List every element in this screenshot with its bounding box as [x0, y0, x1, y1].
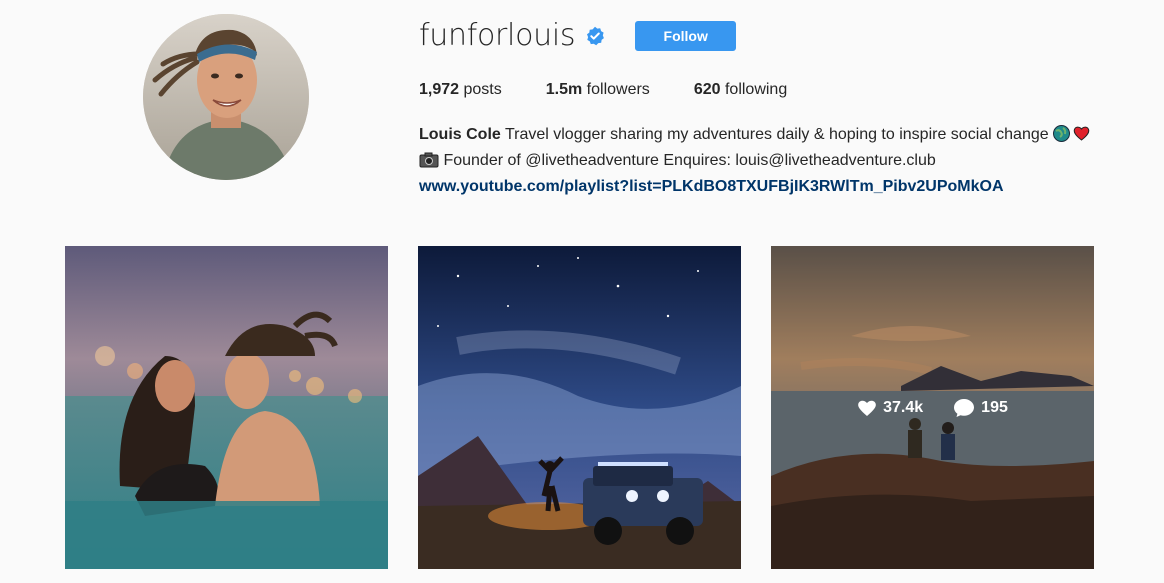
comments-stat: 195	[953, 398, 1008, 418]
comments-count: 195	[981, 398, 1008, 416]
followers-stat[interactable]: 1.5m followers	[546, 81, 650, 99]
bio-website-link[interactable]: www.youtube.com/playlist?list=PLKdBO8TXU…	[419, 174, 1109, 200]
followers-count: 1.5m	[545, 81, 583, 98]
post-hover-stats: 37.4k 195	[771, 246, 1094, 569]
night-sky-jeep-photo	[418, 246, 741, 569]
camera-emoji-icon	[419, 151, 439, 168]
follow-button[interactable]: Follow	[635, 21, 737, 51]
posts-label: posts	[463, 81, 502, 98]
globe-emoji-icon	[1053, 125, 1071, 142]
comment-icon	[954, 398, 975, 417]
followers-label: followers	[586, 81, 650, 98]
following-count: 620	[693, 81, 721, 98]
following-label: following	[724, 81, 788, 98]
username: funforlouis	[419, 18, 576, 53]
posts-count: 1,972	[419, 81, 460, 98]
posts-stat: 1,972 posts	[419, 81, 502, 99]
post-thumbnail[interactable]: 37.4k 195	[771, 246, 1094, 569]
couple-in-pool-photo	[65, 246, 388, 569]
heart-emoji-icon	[1073, 125, 1090, 142]
likes-stat: 37.4k	[857, 399, 923, 417]
full-name: Louis Cole	[419, 126, 501, 143]
bio-text-1: Travel vlogger sharing my adventures dai…	[504, 126, 1049, 143]
post-thumbnail[interactable]	[65, 246, 388, 569]
profile-avatar[interactable]	[143, 14, 309, 180]
bio-text-2: Founder of @livetheadventure Enquires: l…	[443, 152, 936, 169]
heart-icon	[858, 400, 876, 416]
post-thumbnail[interactable]	[418, 246, 741, 569]
profile-bio: Louis Cole Travel vlogger sharing my adv…	[419, 122, 1109, 200]
profile-stats: 1,972 posts 1.5m followers 620 following	[419, 80, 1119, 100]
title-row: funforlouis Follow	[419, 18, 1119, 54]
verified-badge-icon	[585, 26, 605, 46]
following-stat[interactable]: 620 following	[694, 81, 787, 99]
profile-info: funforlouis Follow 1,972 posts 1.5m foll…	[419, 18, 1119, 200]
likes-count: 37.4k	[883, 398, 924, 416]
